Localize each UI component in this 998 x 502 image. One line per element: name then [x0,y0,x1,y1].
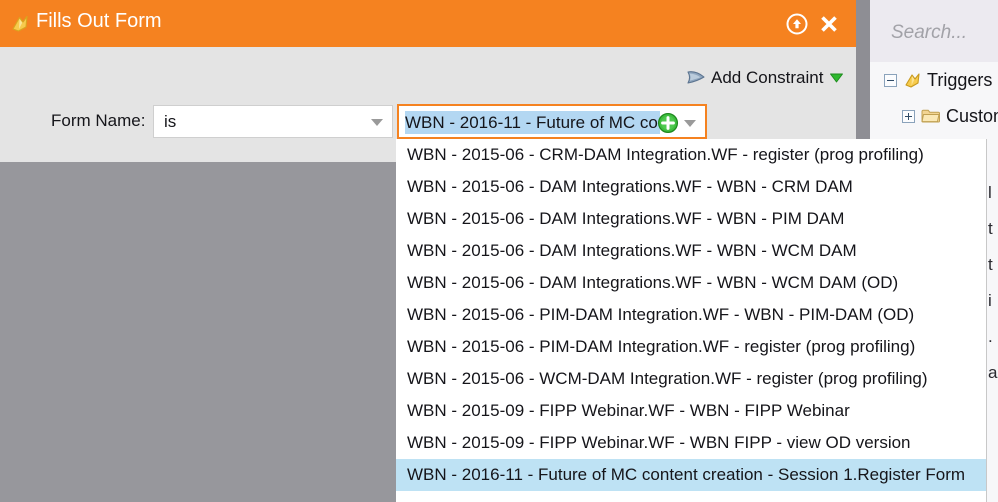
list-item[interactable]: WBN - 2015-06 - CRM-DAM Integration.WF -… [396,139,986,171]
list-item[interactable]: WBN - 2015-06 - DAM Integrations.WF - WB… [396,267,986,299]
list-item[interactable]: WBN - 2016-11 - Future of MC content cre… [396,459,986,491]
add-constraint-label: Add Constraint [711,68,824,87]
list-item[interactable]: WBN - 2015-06 - PIM-DAM Integration.WF -… [396,331,986,363]
bg-text-fragment [988,139,998,175]
bg-text-fragment: . [988,327,993,346]
trigger-tree: Triggers Custom [870,62,998,134]
dialog-title: Fills Out Form [36,10,162,32]
background-text-column: l t t i . a [988,139,998,502]
form-value-combobox[interactable]: WBN - 2016-11 - Future of MC co [397,104,707,139]
bg-text-fragment: i [988,291,992,310]
tree-node-label: Custom [946,105,998,126]
search-input[interactable]: Search... [870,0,998,62]
tree-node-triggers[interactable]: Triggers [870,62,998,98]
search-placeholder: Search... [891,22,968,43]
circle-up-arrow-icon[interactable] [786,13,808,35]
tree-node-custom[interactable]: Custom [870,98,998,134]
list-item[interactable]: WBN - 2015-09 - FIPP Webinar.WF - WBN - … [396,395,986,427]
close-x-icon[interactable] [818,13,840,35]
bg-text-fragment: t [988,255,993,274]
green-caret-down-icon[interactable] [830,73,844,83]
chevron-down-icon[interactable] [371,119,383,126]
bg-text-fragment [988,391,998,427]
form-value-dropdown-list[interactable]: WBN - 2015-06 - CRM-DAM Integration.WF -… [396,139,987,502]
screen: Search... Triggers Custom [0,0,998,502]
expand-plus-icon[interactable] [902,109,915,123]
list-item[interactable]: WBN - 2015-09 - FIPP Webinar.WF - WBN FI… [396,427,986,459]
dimmed-region [0,162,396,502]
operator-select[interactable]: is [153,105,393,138]
folder-icon [921,108,941,124]
collapse-minus-icon[interactable] [884,73,897,87]
green-plus-icon[interactable] [657,112,679,134]
bg-text-fragment: a [988,363,998,382]
chevron-down-icon[interactable] [684,120,696,127]
trigger-lightning-icon [903,72,922,89]
list-item[interactable]: WBN - 2015-06 - DAM Integrations.WF - WB… [396,235,986,267]
list-item[interactable]: WBN - 2015-06 - PIM-DAM Integration.WF -… [396,299,986,331]
bg-text-fragment: l [988,183,992,202]
trigger-lightning-icon [10,14,30,34]
form-name-label: Form Name: [51,111,146,130]
operator-value: is [164,112,177,131]
tree-node-label: Triggers [927,69,993,90]
form-value-text: WBN - 2016-11 - Future of MC co [405,111,660,134]
bg-text-fragment: t [988,219,993,238]
add-constraint-button[interactable]: Add Constraint [686,64,844,92]
list-item[interactable]: WBN - 2015-06 - DAM Integrations.WF - WB… [396,203,986,235]
list-item[interactable]: WBN - 2015-06 - WCM-DAM Integration.WF -… [396,363,986,395]
dialog-titlebar: Fills Out Form [0,0,856,47]
list-item[interactable]: WBN - 2015-06 - DAM Integrations.WF - WB… [396,171,986,203]
funnel-icon [686,69,706,87]
